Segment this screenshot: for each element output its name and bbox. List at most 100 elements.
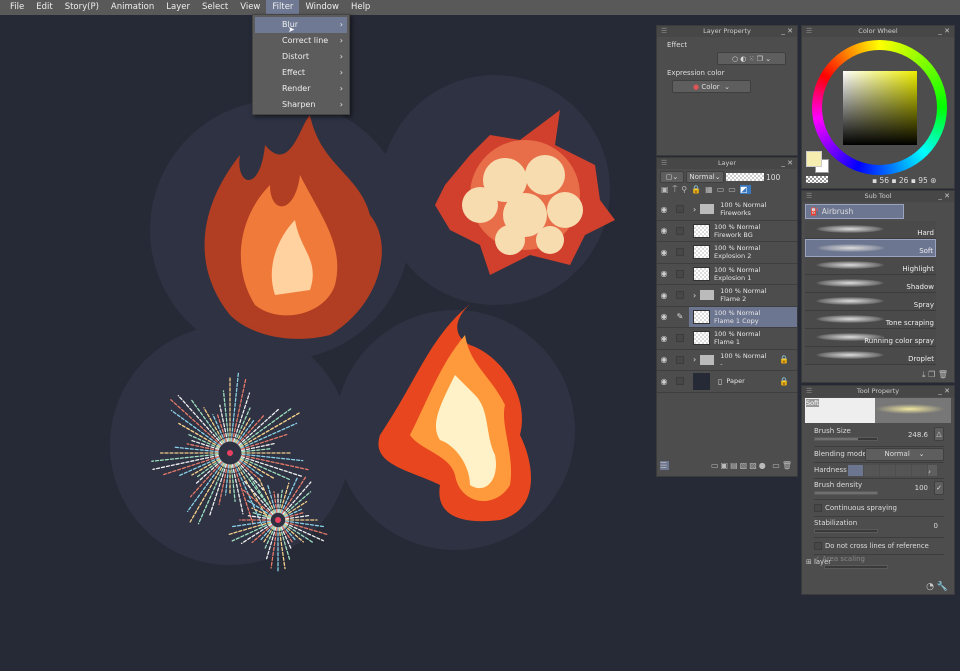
layer-checkbox[interactable] xyxy=(676,226,684,235)
brush-density-slider[interactable] xyxy=(814,491,878,495)
eye-icon[interactable]: ◉ xyxy=(657,248,671,257)
opacity-value[interactable]: 100 xyxy=(766,173,780,182)
layer-color-select[interactable]: ▢⌄ xyxy=(660,171,684,183)
lock-icon[interactable]: 🔒 xyxy=(779,377,789,386)
eye-icon[interactable]: ◉ xyxy=(657,269,671,278)
eye-icon[interactable]: ◉ xyxy=(657,334,671,343)
brush-density-row[interactable]: Brush density 100 ✓ xyxy=(814,479,944,500)
layer-bottom-toolbar[interactable]: ☰ ▭▣▤▧▨● ▭🗑 xyxy=(660,461,794,474)
eye-icon[interactable]: ◉ xyxy=(657,312,671,321)
sub-tool-tone-scraping[interactable]: Tone scraping xyxy=(805,311,936,329)
menu-animation[interactable]: Animation xyxy=(105,0,160,15)
chevron-right-icon[interactable]: › xyxy=(693,205,696,214)
menu-select[interactable]: Select xyxy=(196,0,234,15)
expression-color-select[interactable]: ● Color ⌄ xyxy=(672,80,751,93)
chevron-right-icon[interactable]: › xyxy=(693,355,696,364)
continuous-spraying-checkbox[interactable] xyxy=(814,504,822,512)
menu-help[interactable]: Help xyxy=(345,0,376,15)
layer-row[interactable]: ◉ › 100 % Normal - 🔒 xyxy=(657,350,797,371)
menu-window[interactable]: Window xyxy=(299,0,345,15)
menu-edit[interactable]: Edit xyxy=(30,0,58,15)
layer-row[interactable]: ◉ › 100 % Normal Fireworks xyxy=(657,199,797,221)
menu-layer[interactable]: Layer xyxy=(160,0,196,15)
eye-icon[interactable]: ◉ xyxy=(657,377,671,386)
layer-row[interactable]: ◉ › 100 % Normal Flame 2 xyxy=(657,285,797,307)
stabilization-slider[interactable] xyxy=(814,529,878,533)
transparent-color-swatch[interactable] xyxy=(806,176,828,183)
brush-size-shape-button[interactable]: △ xyxy=(934,427,944,441)
layer-row[interactable]: ◉ 100 % Normal Explosion 1 xyxy=(657,264,797,285)
opacity-slider[interactable] xyxy=(726,173,764,181)
layer-row[interactable]: ◉ 100 % Normal Explosion 2 xyxy=(657,242,797,264)
minimize-close-icons[interactable]: _ ✕ xyxy=(938,26,950,37)
sub-tool-shadow[interactable]: Shadow xyxy=(805,275,936,293)
eye-icon[interactable]: ◉ xyxy=(657,291,671,300)
layer-checkbox[interactable] xyxy=(676,334,684,343)
grip-icon[interactable]: ☰ xyxy=(806,26,812,37)
sub-tool-soft[interactable]: Soft xyxy=(805,239,936,257)
layer-checkbox[interactable] xyxy=(676,248,684,257)
brush-size-value[interactable]: 248.6 xyxy=(908,431,928,439)
filter-menu-item-effect[interactable]: Effect › xyxy=(255,65,347,81)
filter-menu-item-render[interactable]: Render › xyxy=(255,81,347,97)
no-cross-checkbox[interactable] xyxy=(814,542,822,550)
layer-checkbox[interactable] xyxy=(676,377,684,386)
layer-toolbar[interactable]: ▣⍑⚲🔒▦▭▭◩ xyxy=(657,185,797,199)
eye-icon[interactable]: ◉ xyxy=(657,205,671,214)
filter-menu-item-sharpen[interactable]: Sharpen › xyxy=(255,97,347,113)
area-scaling-row[interactable]: ⊞ ✓ Area scaling xyxy=(806,555,944,574)
hardness-options[interactable]: › xyxy=(848,465,937,476)
sub-tool-group-tab[interactable]: ⛽ Airbrush xyxy=(805,204,904,219)
sub-tool-footer[interactable]: ⤓ ❐ 🗑 xyxy=(922,370,948,380)
stabilization-value[interactable]: 0 xyxy=(934,522,938,530)
sub-tool-running-color-spray[interactable]: Running color spray xyxy=(805,329,936,347)
effect-buttons[interactable]: ○ ◐ ⁙ ❐ ⌄ xyxy=(717,52,786,65)
main-color-swatch[interactable] xyxy=(806,151,822,167)
layer-checkbox[interactable] xyxy=(676,269,684,278)
sub-tool-highlight[interactable]: Highlight xyxy=(805,257,936,275)
menu-file[interactable]: File xyxy=(4,0,30,15)
sub-tool-hard[interactable]: Hard xyxy=(805,221,936,239)
filter-menu-item-distort[interactable]: Distort › xyxy=(255,49,347,65)
blending-mode-select[interactable]: Normal ⌄ xyxy=(865,448,944,461)
stabilization-row[interactable]: Stabilization 0 xyxy=(814,517,944,538)
sub-tool-droplet[interactable]: Droplet xyxy=(805,347,936,365)
menu-storyp[interactable]: Story(P) xyxy=(59,0,105,15)
brush-size-slider[interactable] xyxy=(814,437,878,441)
blend-mode-select[interactable]: Normal ⌄ xyxy=(686,171,724,183)
mode-toggle-icon[interactable]: ⊛ xyxy=(930,176,936,185)
grip-icon[interactable]: ☰ xyxy=(661,158,667,169)
filter-menu-item-correct-line[interactable]: Correct line › xyxy=(255,33,347,49)
chevron-right-icon[interactable]: › xyxy=(693,291,696,300)
filter-menu-item-blur[interactable]: Blur › ➤ xyxy=(255,17,347,34)
no-cross-row[interactable]: Do not cross lines of reference layer xyxy=(814,538,944,566)
menu-view[interactable]: View xyxy=(234,0,266,15)
eye-icon[interactable]: ◉ xyxy=(657,355,671,364)
lock-icon[interactable]: 🔒 xyxy=(779,355,789,364)
eye-icon[interactable]: ◉ xyxy=(657,226,671,235)
layer-checkbox[interactable] xyxy=(676,205,684,214)
grip-icon[interactable]: ☰ xyxy=(806,386,812,397)
minimize-close-icons[interactable]: _ ✕ xyxy=(781,26,793,37)
expand-icon[interactable]: ⊞ xyxy=(806,558,812,566)
pressure-button[interactable]: ✓ xyxy=(934,481,944,495)
minimize-close-icons[interactable]: _ ✕ xyxy=(938,191,950,202)
minimize-close-icons[interactable]: _ ✕ xyxy=(938,386,950,397)
layer-checkbox[interactable] xyxy=(676,355,684,364)
layer-checkbox[interactable] xyxy=(676,291,684,300)
menu-filter[interactable]: Filter xyxy=(266,0,300,15)
layer-row[interactable]: ◉ 100 % Normal Firework BG xyxy=(657,221,797,242)
grip-icon[interactable]: ☰ xyxy=(806,191,812,202)
brush-density-value[interactable]: 100 xyxy=(915,484,928,492)
layer-row[interactable]: ◉ ✎ 100 % Normal Flame 1 Copy xyxy=(657,306,797,328)
sub-tool-spray[interactable]: Spray xyxy=(805,293,936,311)
grip-icon[interactable]: ☰ xyxy=(661,26,667,37)
area-scaling-slider[interactable] xyxy=(824,565,888,569)
layer-row[interactable]: ◉ ▯ Paper 🔒 xyxy=(657,371,797,393)
brush-size-row[interactable]: Brush Size 248.6 △ xyxy=(814,424,944,447)
saturation-value-square[interactable] xyxy=(843,71,917,145)
minimize-close-icons[interactable]: _ ✕ xyxy=(781,158,793,169)
tool-property-footer[interactable]: ◔ 🔧 xyxy=(926,582,948,592)
layer-row[interactable]: ◉ 100 % Normal Flame 1 xyxy=(657,328,797,350)
continuous-spraying-row[interactable]: Continuous spraying xyxy=(814,500,944,517)
